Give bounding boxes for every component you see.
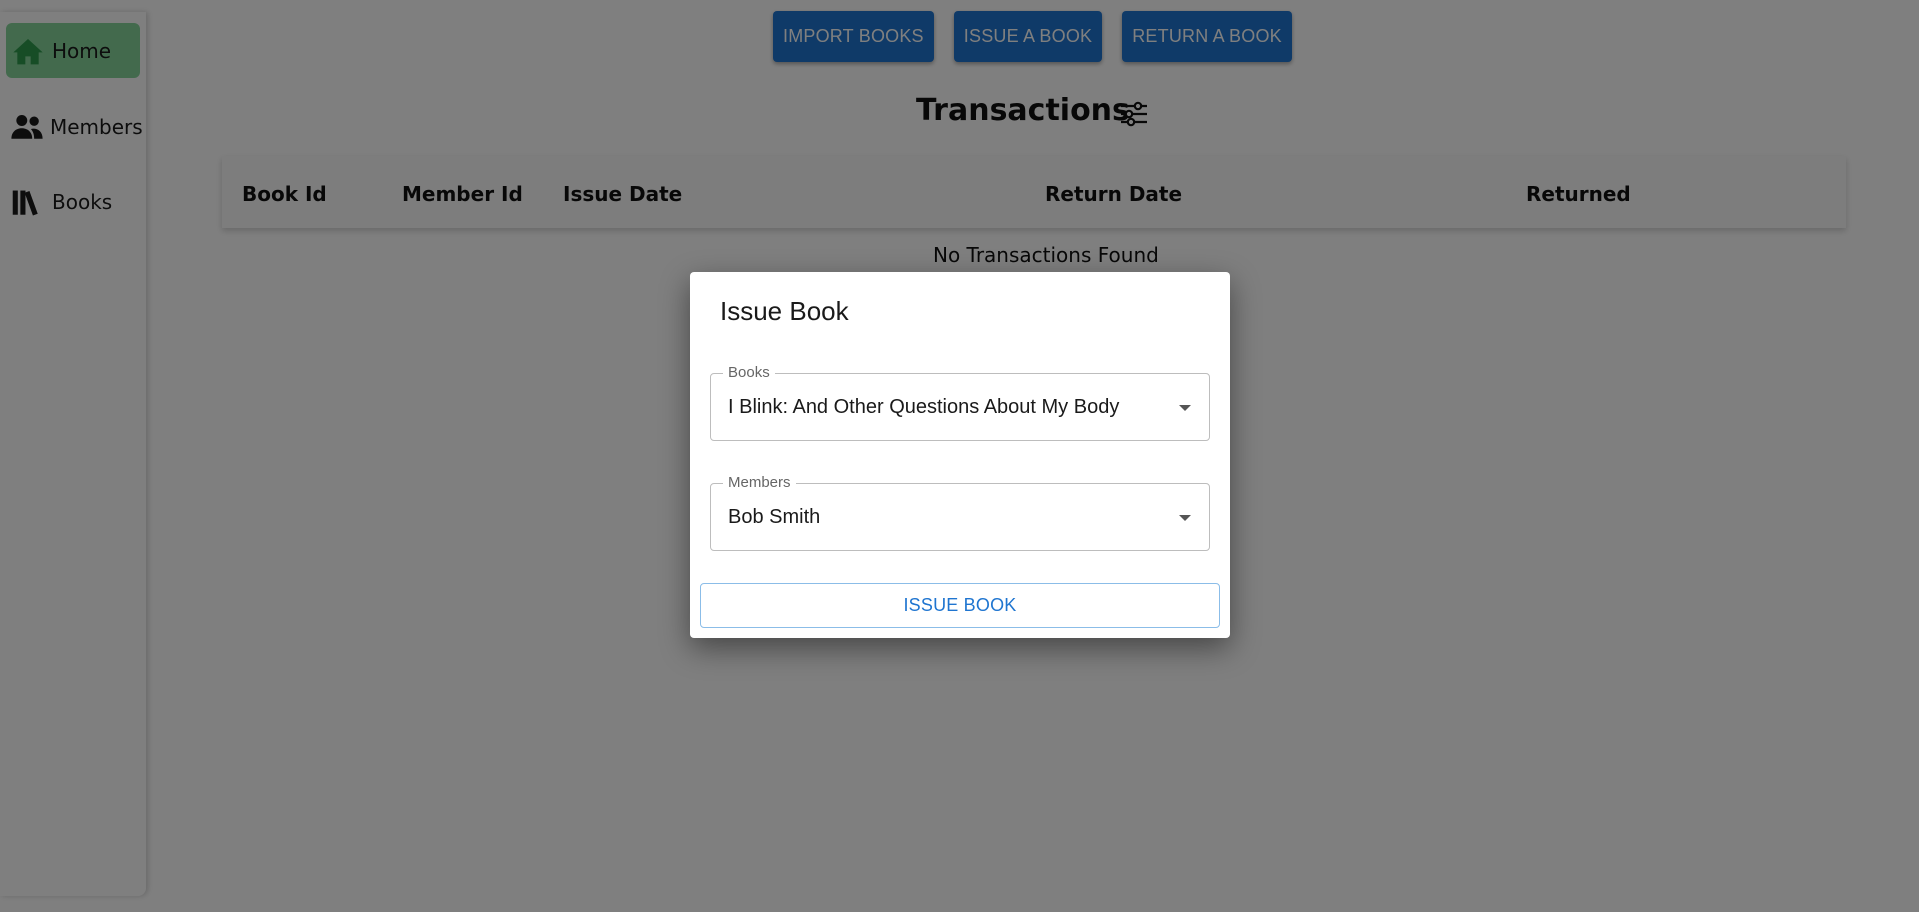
- issue-book-dialog: Issue Book Books I Blink: And Other Ques…: [690, 272, 1230, 638]
- dialog-title: Issue Book: [720, 296, 849, 326]
- caret-down-icon: [1179, 515, 1191, 521]
- books-select-label: Books: [723, 364, 775, 381]
- members-select-label: Members: [723, 474, 796, 491]
- app-root: Home Members Books: [0, 0, 1919, 912]
- members-select[interactable]: Members Bob Smith: [710, 474, 1210, 551]
- caret-down-icon: [1179, 405, 1191, 411]
- issue-book-submit-button[interactable]: ISSUE BOOK: [700, 583, 1220, 628]
- books-select-value: I Blink: And Other Questions About My Bo…: [728, 396, 1120, 418]
- books-select[interactable]: Books I Blink: And Other Questions About…: [710, 364, 1210, 441]
- members-select-value: Bob Smith: [728, 506, 821, 528]
